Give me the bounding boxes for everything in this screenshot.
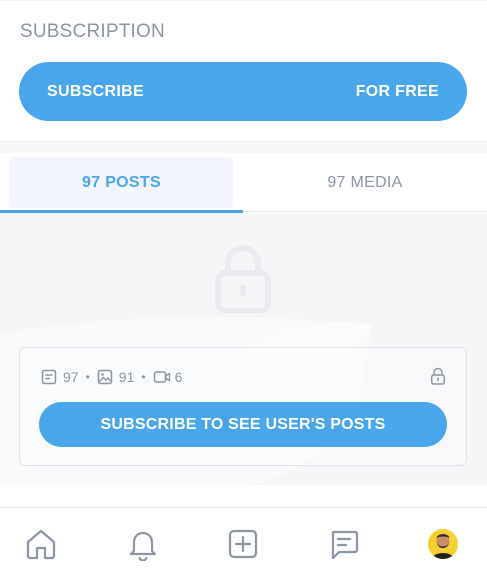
bottom-navigation bbox=[0, 507, 487, 578]
nav-messages[interactable] bbox=[326, 526, 362, 562]
posts-count: 97 bbox=[63, 369, 79, 385]
media-stats: 97 • 91 • 6 bbox=[41, 368, 182, 386]
nav-notifications[interactable] bbox=[125, 526, 161, 562]
separator-dot: • bbox=[85, 370, 90, 384]
lock-icon bbox=[215, 245, 271, 313]
separator-dot: • bbox=[141, 370, 146, 384]
section-divider bbox=[0, 141, 487, 153]
content-tabs: 97 POSTS 97 MEDIA bbox=[0, 153, 487, 213]
subscription-section: SUBSCRIPTION SUBSCRIBE FOR FREE bbox=[0, 0, 487, 141]
avatar[interactable] bbox=[428, 529, 458, 559]
locked-info-card: 97 • 91 • 6 SUBSCRIBE TO SEE USER'S POST… bbox=[19, 347, 467, 466]
tab-media[interactable]: 97 MEDIA bbox=[243, 153, 487, 212]
subscribe-button[interactable]: SUBSCRIBE FOR FREE bbox=[19, 62, 467, 121]
avatar-image bbox=[428, 529, 458, 559]
nav-add-post[interactable] bbox=[225, 526, 261, 562]
bottom-spacer bbox=[0, 485, 487, 507]
nav-home[interactable] bbox=[23, 526, 59, 562]
subscribe-to-see-posts-button[interactable]: SUBSCRIBE TO SEE USER'S POSTS bbox=[39, 402, 447, 447]
subscribe-price: FOR FREE bbox=[355, 82, 439, 100]
messages-icon bbox=[331, 530, 359, 560]
posts-icon bbox=[41, 369, 57, 385]
bell-icon bbox=[129, 531, 157, 561]
photos-count: 91 bbox=[118, 369, 135, 385]
subscribe-label: SUBSCRIBE bbox=[47, 82, 144, 100]
lock-icon bbox=[431, 367, 445, 385]
subscription-title: SUBSCRIPTION bbox=[20, 21, 165, 42]
tab-posts-label: 97 POSTS bbox=[82, 173, 161, 191]
home-icon bbox=[26, 529, 56, 560]
tab-media-label: 97 MEDIA bbox=[327, 173, 403, 191]
tab-posts[interactable]: 97 POSTS bbox=[0, 153, 243, 213]
video-icon bbox=[153, 371, 170, 383]
add-post-icon bbox=[228, 529, 258, 559]
videos-count: 6 bbox=[174, 369, 183, 385]
image-icon bbox=[97, 369, 113, 385]
